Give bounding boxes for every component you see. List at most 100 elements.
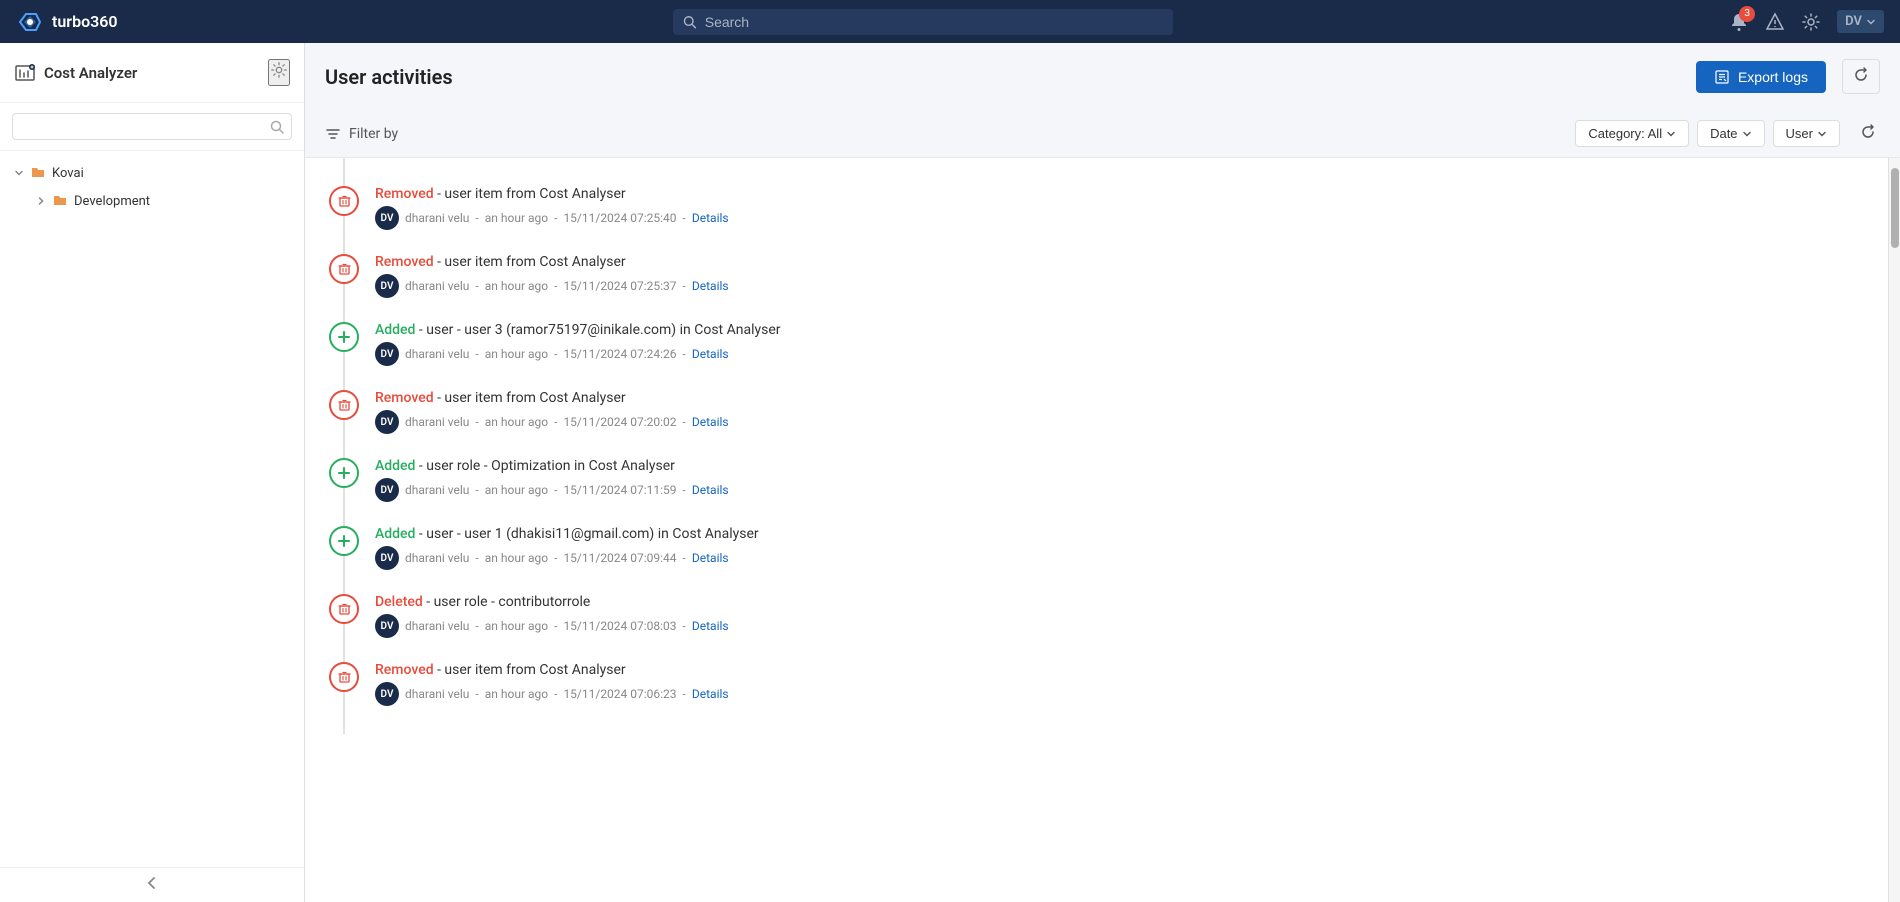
chevron-down-icon xyxy=(14,168,24,178)
details-link[interactable]: Details xyxy=(692,687,729,701)
activity-content: Removed - user item from Cost Analyser DV… xyxy=(375,254,1868,298)
details-link[interactable]: Details xyxy=(692,279,729,293)
activity-container[interactable]: Removed - user item from Cost Analyser DV… xyxy=(305,158,1888,902)
avatar: DV xyxy=(375,682,399,706)
separator: - xyxy=(475,211,478,225)
details-link[interactable]: Details xyxy=(692,415,729,429)
user-filter-label: User xyxy=(1786,126,1813,141)
activity-action: Removed xyxy=(375,254,434,270)
turbo360-logo-icon xyxy=(16,8,44,36)
details-link[interactable]: Details xyxy=(692,211,729,225)
sidebar-settings-button[interactable] xyxy=(268,59,290,86)
timestamp: 15/11/2024 07:25:40 xyxy=(563,211,676,225)
chevron-left-icon xyxy=(145,876,159,890)
activity-content: Added - user - user 3 (ramor75197@inikal… xyxy=(375,322,1868,366)
details-link[interactable]: Details xyxy=(692,483,729,497)
development-label: Development xyxy=(74,194,150,209)
filter-label-area: Filter by xyxy=(325,126,398,142)
list-item: Deleted - user role - contributorroleDVd… xyxy=(325,582,1888,650)
activity-action: Added xyxy=(375,322,415,338)
main-layout: Cost Analyzer xyxy=(0,43,1900,902)
refresh-button[interactable] xyxy=(1842,59,1880,94)
timeline-icon-removed xyxy=(329,662,359,692)
activity-meta: DVdharani velu-an hour ago-15/11/2024 07… xyxy=(375,410,1868,434)
sidebar-search-input[interactable] xyxy=(12,113,292,140)
settings-button[interactable] xyxy=(1801,12,1821,32)
separator: - xyxy=(554,415,557,429)
timeline-icon-added xyxy=(329,526,359,556)
details-link[interactable]: Details xyxy=(692,347,729,361)
separator: - xyxy=(554,687,557,701)
scrollbar-thumb[interactable] xyxy=(1891,168,1899,248)
activity-meta: DVdharani velu-an hour ago-15/11/2024 07… xyxy=(375,614,1868,638)
timestamp: 15/11/2024 07:11:59 xyxy=(563,483,676,497)
user-filter[interactable]: User xyxy=(1773,120,1840,147)
timestamp: 15/11/2024 07:24:26 xyxy=(563,347,676,361)
avatar: DV xyxy=(375,614,399,638)
filter-refresh-button[interactable] xyxy=(1856,120,1880,147)
sidebar-item-kovai[interactable]: Kovai xyxy=(0,159,304,187)
avatar: DV xyxy=(375,342,399,366)
filter-icon xyxy=(325,126,341,142)
scrollbar[interactable] xyxy=(1888,158,1900,902)
plus-icon xyxy=(338,467,350,479)
trash-icon xyxy=(338,195,351,208)
global-search-bar[interactable] xyxy=(673,9,1173,35)
export-icon xyxy=(1714,69,1730,85)
activity-content: Added - user role - Optimization in Cost… xyxy=(375,458,1868,502)
timeline-icon-added xyxy=(329,322,359,352)
export-logs-button[interactable]: Export logs xyxy=(1696,61,1826,93)
separator: - xyxy=(554,347,557,361)
page-title: User activities xyxy=(325,65,453,89)
folder-icon xyxy=(30,165,46,181)
date-filter[interactable]: Date xyxy=(1697,120,1764,147)
activity-list: Removed - user item from Cost Analyser DV… xyxy=(325,158,1888,734)
activity-title: Deleted - user role - contributorrole xyxy=(375,594,1868,610)
activity-description: - user item from Cost Analyser xyxy=(434,186,626,202)
time-ago: an hour ago xyxy=(485,483,548,497)
avatar: DV xyxy=(375,546,399,570)
content-header: User activities Export logs xyxy=(305,43,1900,110)
activity-title: Added - user - user 1 (dhakisi11@gmail.c… xyxy=(375,526,1868,542)
activity-title: Removed - user item from Cost Analyser xyxy=(375,254,1868,270)
separator: - xyxy=(683,347,686,361)
timeline-icon-removed xyxy=(329,254,359,284)
timestamp: 15/11/2024 07:25:37 xyxy=(563,279,676,293)
timeline-icon-deleted xyxy=(329,594,359,624)
app-name: turbo360 xyxy=(52,12,118,31)
time-ago: an hour ago xyxy=(485,619,548,633)
separator: - xyxy=(683,687,686,701)
activity-title: Added - user - user 3 (ramor75197@inikal… xyxy=(375,322,1868,338)
user-name: dharani velu xyxy=(405,279,469,293)
search-icon xyxy=(683,15,696,29)
timestamp: 15/11/2024 07:06:23 xyxy=(563,687,676,701)
alerts-button[interactable] xyxy=(1765,12,1785,32)
notifications-button[interactable]: 3 xyxy=(1729,12,1749,32)
search-input[interactable] xyxy=(705,14,1164,30)
top-navigation: turbo360 3 xyxy=(0,0,1900,43)
user-name: dharani velu xyxy=(405,483,469,497)
activity-title: Removed - user item from Cost Analyser xyxy=(375,186,1868,202)
sidebar-collapse-button[interactable] xyxy=(0,867,304,902)
user-menu[interactable]: DV xyxy=(1837,10,1884,33)
sidebar-header: Cost Analyzer xyxy=(0,43,304,103)
sidebar-title-area: Cost Analyzer xyxy=(14,62,137,84)
date-filter-label: Date xyxy=(1710,126,1737,141)
time-ago: an hour ago xyxy=(485,687,548,701)
activity-content: Removed - user item from Cost AnalyserDV… xyxy=(375,662,1868,706)
nav-icons: 3 DV xyxy=(1729,10,1884,33)
sidebar-search-area[interactable] xyxy=(0,103,304,151)
user-name: dharani velu xyxy=(405,551,469,565)
alert-icon xyxy=(1765,12,1785,32)
activity-action: Removed xyxy=(375,186,434,202)
sidebar-item-development[interactable]: Development xyxy=(0,187,304,215)
separator: - xyxy=(683,619,686,633)
activity-action: Removed xyxy=(375,390,434,406)
avatar: DV xyxy=(375,274,399,298)
category-filter[interactable]: Category: All xyxy=(1575,120,1689,147)
details-link[interactable]: Details xyxy=(692,619,729,633)
refresh-icon xyxy=(1853,67,1869,83)
details-link[interactable]: Details xyxy=(692,551,729,565)
activity-content: Added - user - user 1 (dhakisi11@gmail.c… xyxy=(375,526,1868,570)
separator: - xyxy=(683,279,686,293)
